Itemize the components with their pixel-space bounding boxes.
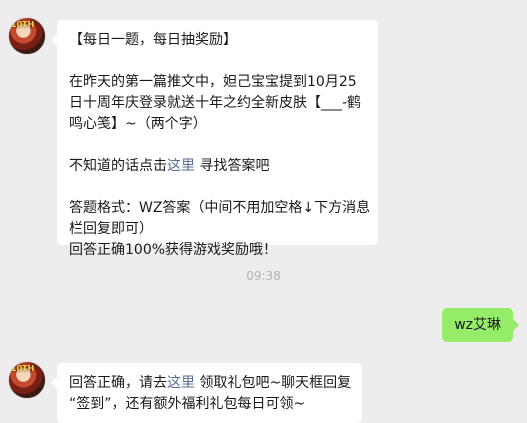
incoming-message-bubble[interactable]: 回答正确，请去这里 领取礼包吧~聊天框回复 “签到”，还有额外福利礼包每日可领~ — [51, 363, 362, 423]
gift-link[interactable]: 这里 — [167, 375, 195, 391]
reply-line: “签到”，还有额外福利礼包每日可领~ — [69, 396, 306, 412]
official-account-avatar[interactable]: 10TH — [8, 17, 46, 55]
reply-suffix: 领取礼包吧~聊天框回复 — [195, 375, 352, 391]
reward-line: 回答正确100%获得游戏奖励哦！ — [69, 242, 278, 258]
message-title: 【每日一题，每日抽奖励】 — [69, 32, 237, 48]
avatar-badge: 10TH — [11, 364, 35, 373]
answer-link[interactable]: 这里 — [167, 158, 195, 174]
incoming-message-bubble[interactable]: 【每日一题，每日抽奖励】 在昨天的第一篇推文中，妲己宝宝提到10月25 日十周年… — [51, 20, 378, 258]
message-timestamp: 09:38 — [246, 269, 281, 283]
hint-prefix: 不知道的话点击 — [69, 158, 167, 174]
official-account-avatar[interactable]: 10TH — [8, 361, 46, 399]
question-line: 在昨天的第一篇推文中，妲己宝宝提到10月25 — [69, 74, 357, 90]
outgoing-message-bubble[interactable]: wz艾琳 — [442, 308, 519, 342]
question-line: 日十周年庆登录就送十年之约全新皮肤【___-鹤 — [69, 95, 362, 111]
scrollbar[interactable] — [519, 0, 525, 401]
question-line: 鸣心笺】~（两个字） — [69, 116, 207, 132]
hint-suffix: 寻找答案吧 — [195, 158, 270, 174]
hint-line: 不知道的话点击这里 寻找答案吧 — [69, 156, 366, 177]
reply-prefix: 回答正确，请去 — [69, 375, 167, 391]
format-line: 栏回复即可） — [69, 221, 153, 237]
chat-area: 10TH 【每日一题，每日抽奖励】 在昨天的第一篇推文中，妲己宝宝提到10月25… — [0, 0, 527, 423]
avatar-badge: 10TH — [11, 20, 35, 29]
reply-line: 回答正确，请去这里 领取礼包吧~聊天框回复 — [69, 373, 352, 394]
format-line: 答题格式：WZ答案（中间不用加空格↓下方消息 — [69, 200, 371, 216]
